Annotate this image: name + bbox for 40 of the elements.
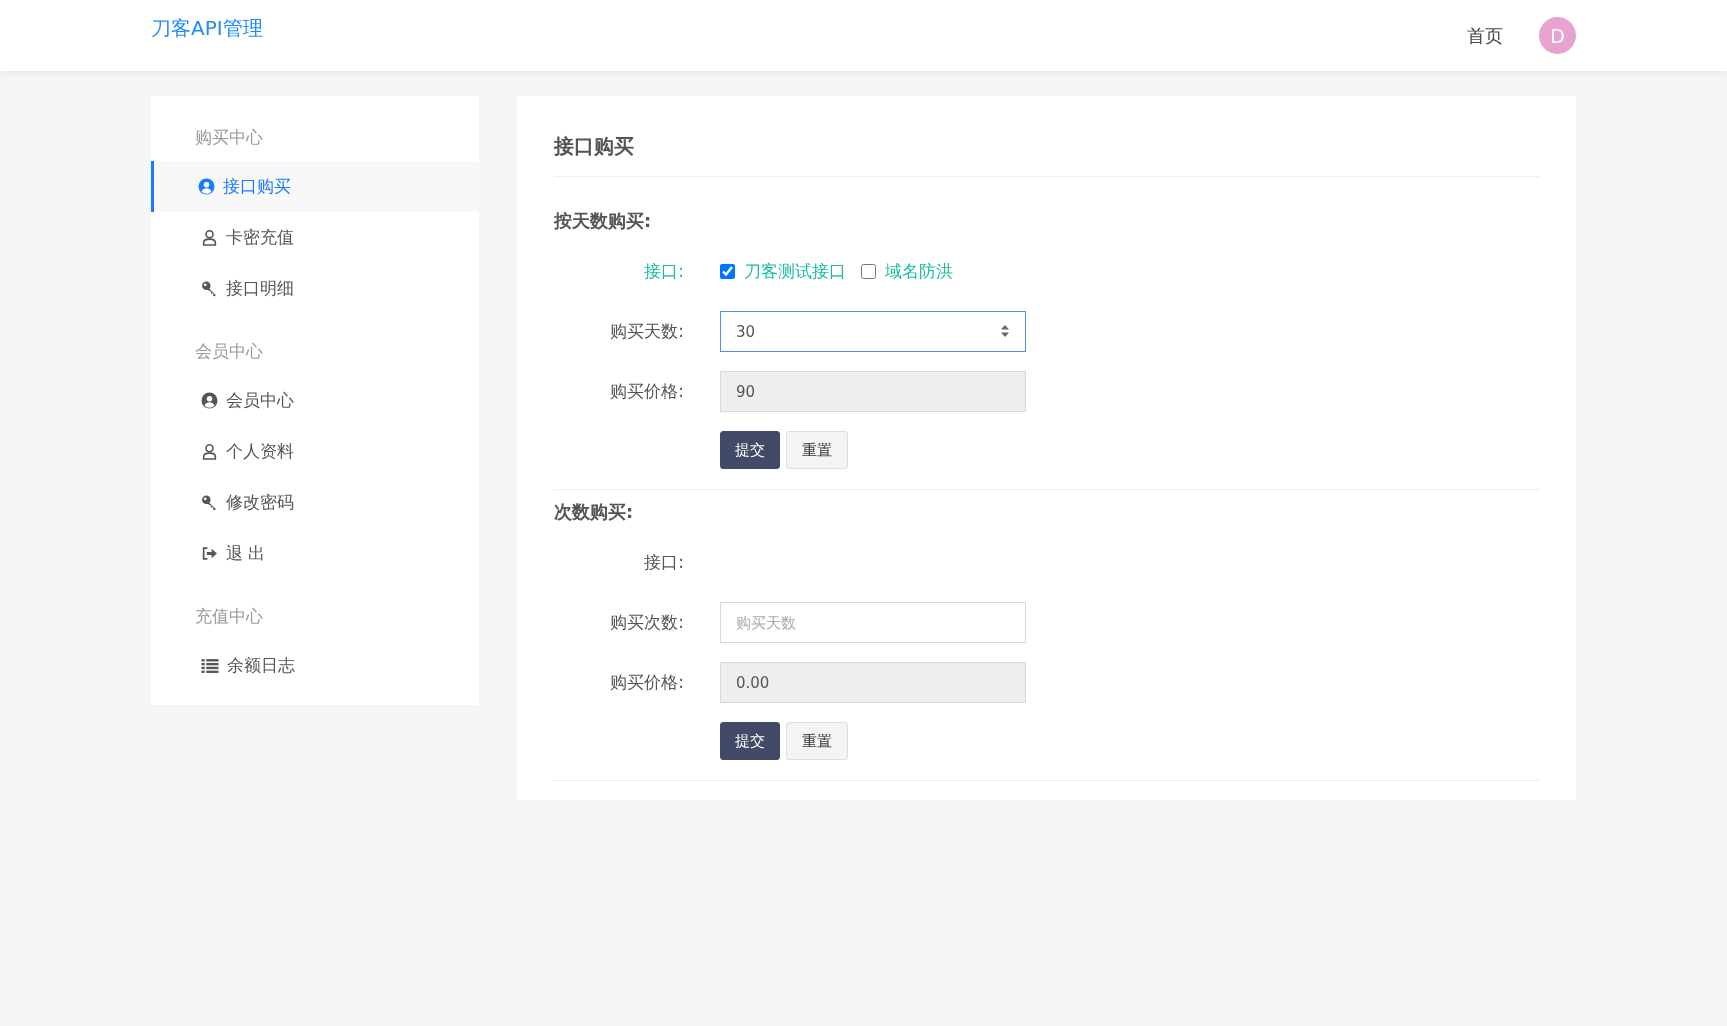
field-label: 接口: (643, 260, 685, 283)
price-field[interactable]: 0.00 (720, 662, 1026, 703)
checkbox[interactable] (720, 264, 735, 279)
submit-button[interactable]: 提交 (720, 431, 780, 469)
key-icon (201, 280, 218, 297)
card-title: 接口购买 (554, 118, 1539, 177)
field-label: 购买次数: (609, 611, 685, 634)
sidebar-item[interactable]: 卡密充值 (151, 212, 479, 263)
sidebar-item[interactable]: 退 出 (151, 528, 479, 579)
list-icon (201, 657, 219, 674)
sign-out-icon (201, 545, 218, 562)
section-heading: 次数购买: (554, 500, 635, 524)
sidebar-group-title: 充值中心 (194, 605, 264, 628)
submit-button[interactable]: 提交 (720, 722, 780, 760)
sidebar-group-title: 购买中心 (194, 126, 264, 149)
sidebar-item[interactable]: 接口购买 (151, 161, 479, 212)
section-heading: 按天数购买: (554, 209, 653, 233)
field-label: 购买价格: (609, 671, 685, 694)
sidebar-item[interactable]: 余额日志 (151, 640, 479, 691)
field-label: 购买价格: (609, 380, 685, 403)
quantity-field[interactable]: 30 (720, 311, 1026, 352)
reset-button[interactable]: 重置 (786, 722, 848, 760)
sidebar-group-title: 会员中心 (194, 340, 264, 363)
field-label: 接口: (643, 551, 685, 574)
sidebar-item[interactable]: 个人资料 (151, 426, 479, 477)
price-field[interactable]: 90 (720, 371, 1026, 412)
field-label: 购买天数: (609, 320, 685, 343)
user-circle-icon (198, 178, 215, 195)
sidebar-item[interactable]: 接口明细 (151, 263, 479, 314)
sidebar-item[interactable]: 修改密码 (151, 477, 479, 528)
user-circle-icon (201, 392, 218, 409)
sidebar-item[interactable]: 会员中心 (151, 375, 479, 426)
home-link[interactable]: 首页 (1467, 23, 1503, 48)
user-icon (201, 229, 218, 246)
reset-button[interactable]: 重置 (786, 431, 848, 469)
spinner-icon[interactable] (1000, 324, 1010, 338)
quantity-field[interactable]: 购买天数 (720, 602, 1026, 643)
user-icon (201, 443, 218, 460)
key-icon (201, 494, 218, 511)
checkbox[interactable] (861, 264, 876, 279)
